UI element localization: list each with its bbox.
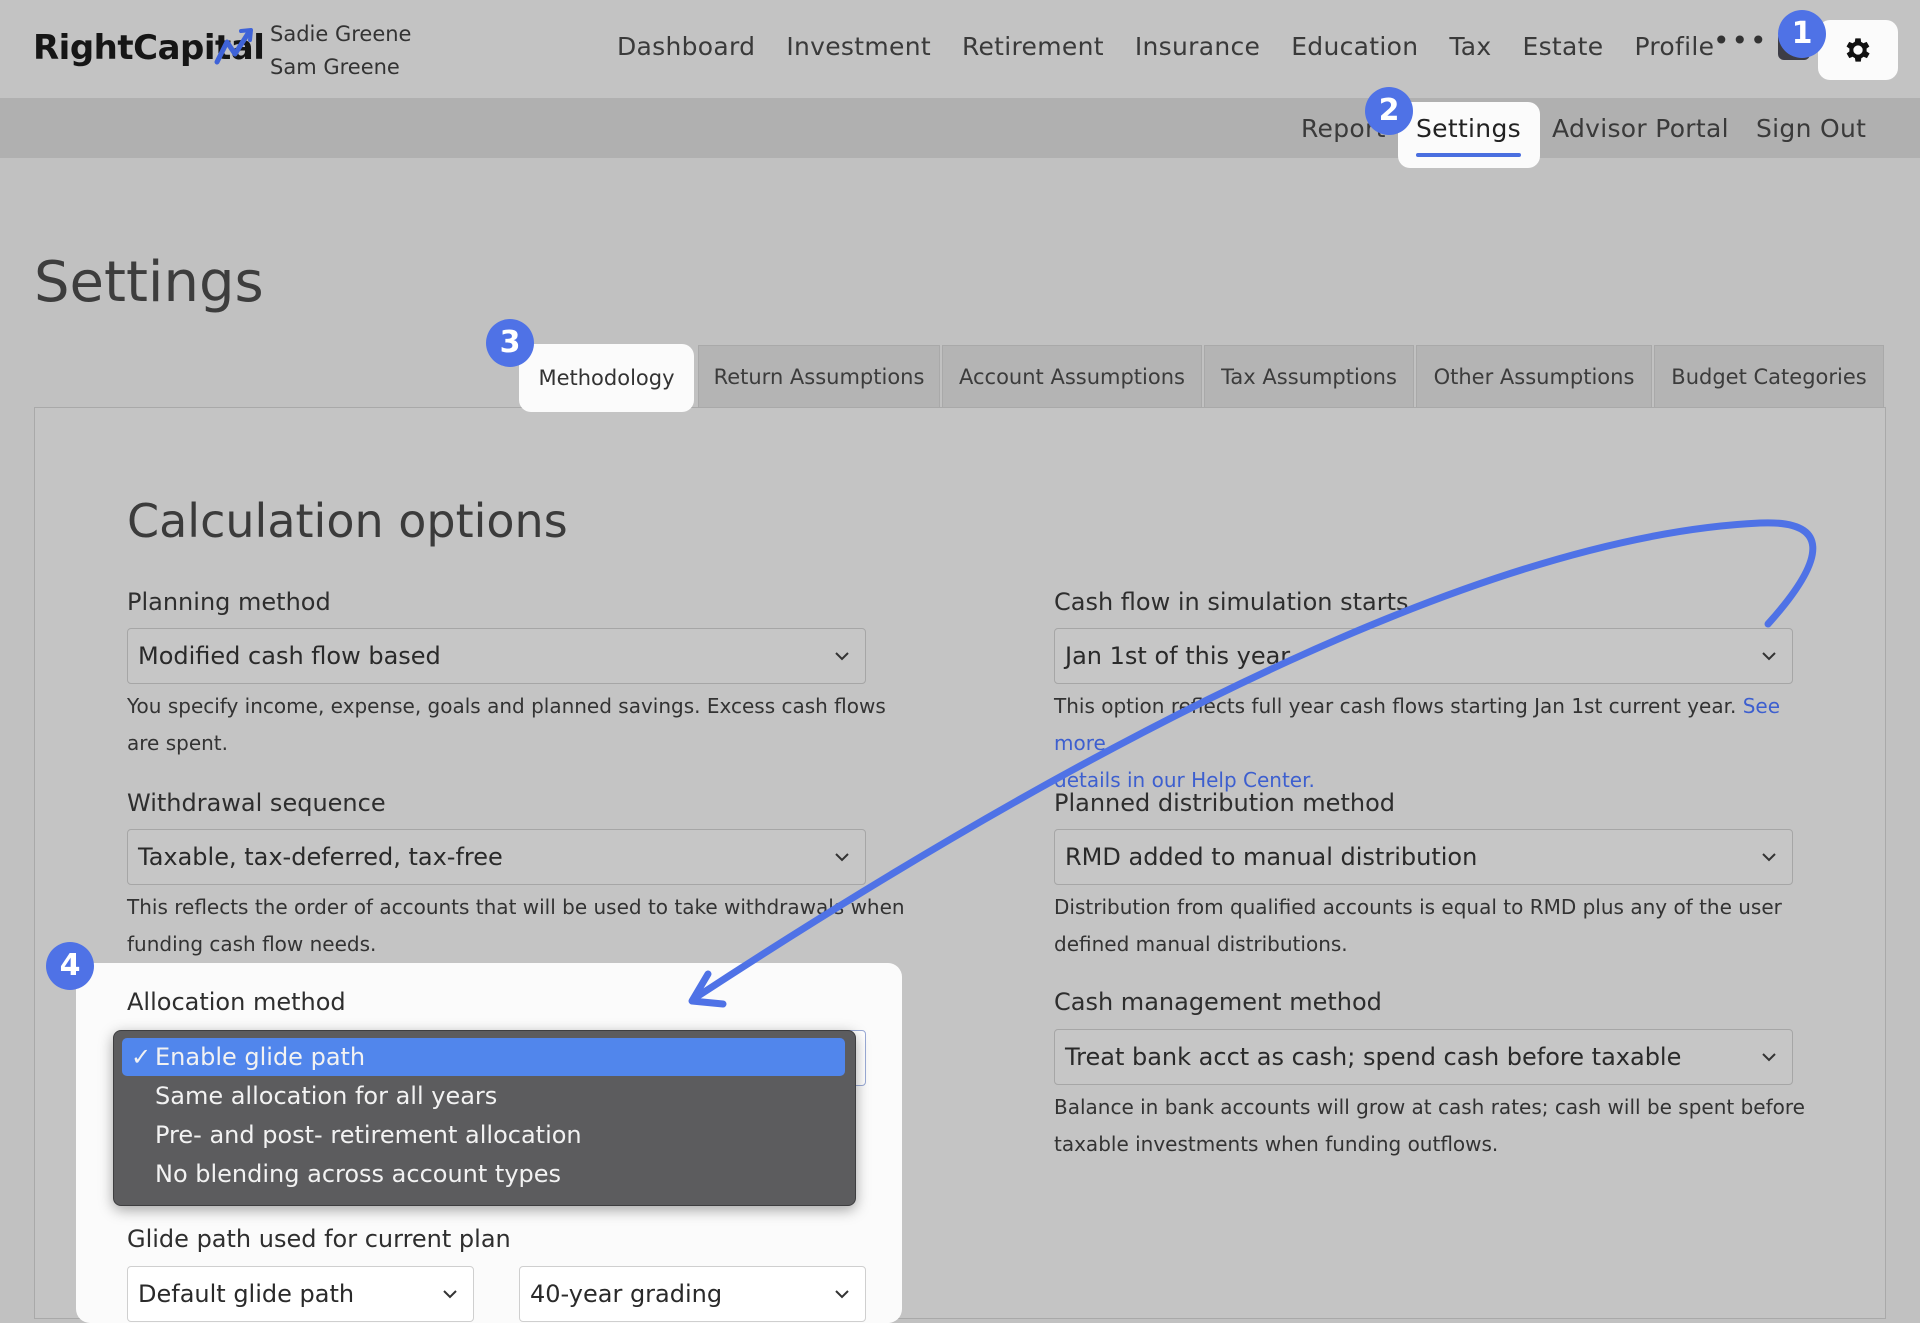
checkmark-icon: ✓ <box>131 1043 152 1071</box>
allocation-option[interactable]: Pre- and post- retirement allocation <box>122 1116 845 1154</box>
allocation-option[interactable]: Same allocation for all years <box>122 1077 845 1115</box>
allocation-method-dropdown: ✓ Enable glide path Same allocation for … <box>113 1030 856 1206</box>
allocation-option-selected[interactable]: ✓ Enable glide path <box>122 1038 845 1076</box>
allocation-option[interactable]: No blending across account types <box>122 1155 845 1193</box>
